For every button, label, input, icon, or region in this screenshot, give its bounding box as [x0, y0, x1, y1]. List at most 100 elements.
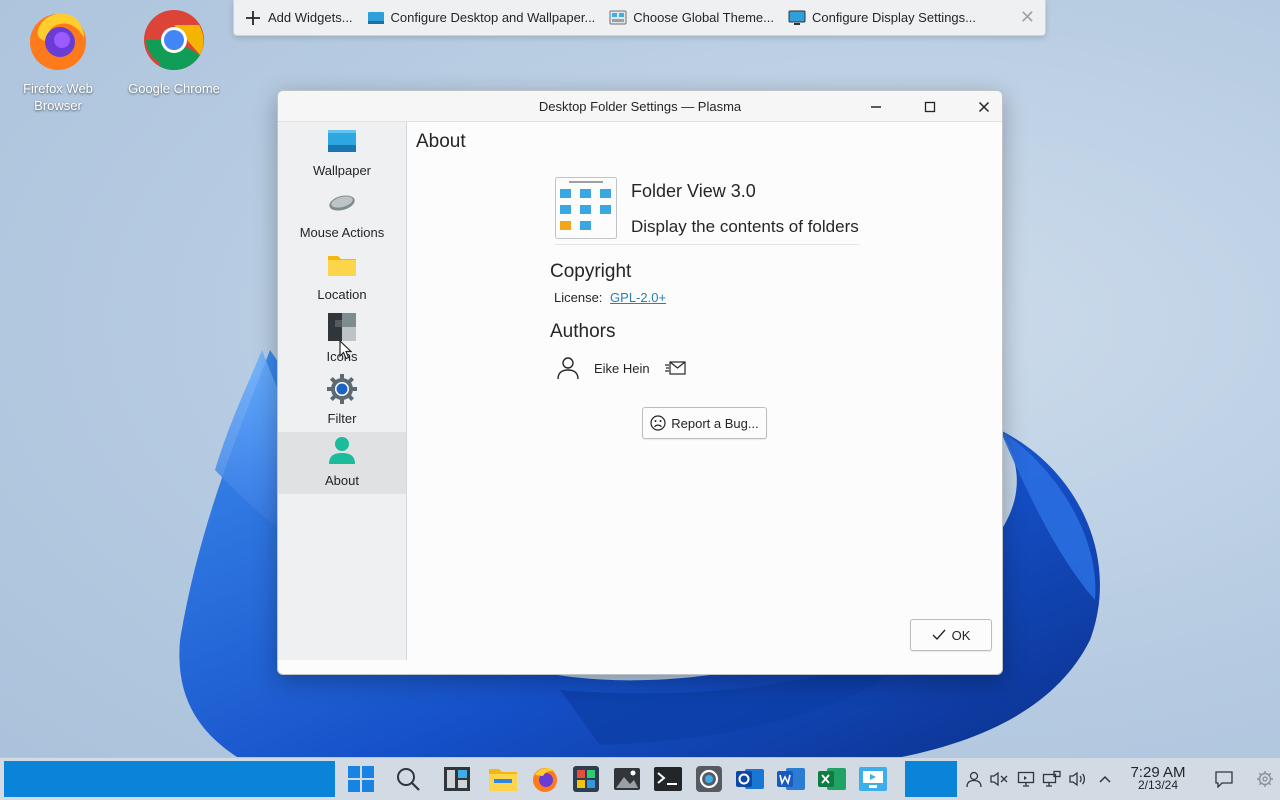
- windows-start-icon: [348, 766, 374, 792]
- checkmark-icon: [932, 629, 946, 641]
- sad-face-icon: [650, 415, 666, 431]
- sidebar-item-location[interactable]: Location: [278, 246, 406, 308]
- settings-sidebar: Wallpaper Mouse Actions Location Icons F…: [278, 122, 407, 660]
- sidebar-item-label: Mouse Actions: [299, 225, 385, 240]
- volume-tray-button[interactable]: [1068, 769, 1088, 789]
- task-view-button[interactable]: [442, 764, 472, 794]
- about-person-icon: [329, 437, 355, 464]
- minimize-button[interactable]: [865, 96, 887, 118]
- notifications-tray-button[interactable]: [1214, 769, 1234, 789]
- minimize-icon: [871, 106, 881, 108]
- dialog-titlebar[interactable]: Desktop Folder Settings — Plasma: [278, 91, 1002, 122]
- sidebar-item-label: Location: [317, 287, 367, 302]
- start-menu-button[interactable]: [346, 764, 376, 794]
- filter-gear-icon: [327, 374, 357, 404]
- taskbar-clock[interactable]: 7:29 AM 2/13/24: [1120, 765, 1196, 792]
- app-name: Folder View 3.0: [631, 181, 756, 201]
- volume-icon: [1069, 771, 1086, 787]
- taskbar-blank-area[interactable]: [4, 761, 335, 797]
- app-description: Display the contents of folders: [631, 217, 859, 236]
- license-link[interactable]: GPL-2.0+: [610, 290, 666, 305]
- chevron-up-icon: [1099, 775, 1111, 783]
- close-icon: [978, 101, 990, 113]
- remote-desktop-icon: [859, 767, 887, 791]
- sidebar-item-about[interactable]: About: [278, 432, 406, 494]
- firefox-icon: [533, 768, 557, 792]
- close-toolbar-icon[interactable]: ✕: [1020, 7, 1035, 28]
- firefox-taskbar-button[interactable]: [530, 764, 560, 794]
- display-icon: [788, 10, 806, 25]
- word-icon: [777, 768, 805, 790]
- mouse-cursor-icon: [339, 340, 353, 360]
- wallpaper-icon: [328, 130, 356, 152]
- add-widgets-button[interactable]: Add Widgets...: [244, 9, 353, 27]
- mouse-icon: [329, 195, 355, 211]
- sidebar-item-label: Filter: [327, 411, 357, 426]
- dialog-title: Desktop Folder Settings — Plasma: [538, 98, 742, 114]
- page-title: About: [416, 131, 466, 152]
- configure-desktop-label: Configure Desktop and Wallpaper...: [390, 10, 596, 25]
- terminal-icon: [654, 767, 682, 791]
- user-tray-button[interactable]: [964, 769, 984, 789]
- maximize-icon: [924, 101, 936, 113]
- about-page: About Folder View 3.0 Display the conten…: [408, 122, 1002, 674]
- wallpaper-icon: [367, 11, 384, 24]
- excel-button[interactable]: [817, 764, 847, 794]
- sidebar-item-label: About: [325, 473, 359, 488]
- outlook-button[interactable]: [735, 764, 765, 794]
- sidebar-item-icons[interactable]: Icons: [278, 308, 406, 370]
- sidebar-item-wallpaper[interactable]: Wallpaper: [278, 122, 406, 184]
- user-icon: [966, 771, 982, 788]
- tray-expand-button[interactable]: [1095, 769, 1115, 789]
- display-settings-button[interactable]: Configure Display Settings...: [788, 9, 976, 27]
- file-manager-button[interactable]: [488, 764, 518, 794]
- desktop-icon-chrome[interactable]: Google Chrome: [122, 8, 226, 97]
- gear-icon: [1257, 771, 1273, 787]
- circle-app-icon: [696, 766, 722, 792]
- word-button[interactable]: [776, 764, 806, 794]
- maximize-button[interactable]: [919, 96, 941, 118]
- search-button[interactable]: [393, 764, 423, 794]
- firefox-icon: [30, 13, 86, 70]
- send-email-icon[interactable]: [664, 359, 686, 377]
- search-icon: [397, 768, 420, 791]
- author-row: Eike Hein: [556, 356, 686, 380]
- sidebar-item-mouse-actions[interactable]: Mouse Actions: [278, 184, 406, 246]
- terminal-button[interactable]: [653, 764, 683, 794]
- authors-heading: Authors: [550, 321, 616, 342]
- task-view-icon: [444, 767, 470, 791]
- add-widgets-label: Add Widgets...: [268, 10, 353, 25]
- ok-button[interactable]: OK: [910, 619, 992, 651]
- about-header: Folder View 3.0 Display the contents of …: [555, 177, 860, 245]
- global-theme-button[interactable]: Choose Global Theme...: [609, 9, 774, 27]
- speaker-muted-icon: [990, 771, 1008, 787]
- excel-icon: [818, 768, 846, 790]
- display-icon: [1017, 771, 1035, 787]
- sidebar-item-label: Wallpaper: [312, 163, 372, 178]
- desktop-folder-settings-dialog: Desktop Folder Settings — Plasma Wallpap…: [277, 90, 1003, 675]
- report-bug-button[interactable]: Report a Bug...: [642, 407, 767, 439]
- sidebar-item-filter[interactable]: Filter: [278, 370, 406, 432]
- configure-desktop-button[interactable]: Configure Desktop and Wallpaper...: [367, 9, 596, 27]
- copyright-heading: Copyright: [550, 261, 632, 282]
- apps-grid-icon: [573, 766, 599, 792]
- folder-view-icon: [555, 177, 617, 239]
- theme-icon: [609, 10, 627, 24]
- report-bug-label: Report a Bug...: [671, 415, 759, 431]
- app-launcher-button[interactable]: [571, 764, 601, 794]
- remote-desktop-button[interactable]: [858, 764, 888, 794]
- audio-muted-tray-button[interactable]: [989, 769, 1009, 789]
- image-viewer-button[interactable]: [612, 764, 642, 794]
- close-button[interactable]: [973, 96, 995, 118]
- person-icon: [557, 357, 579, 380]
- network-icon: [1042, 770, 1061, 787]
- outlook-icon: [736, 769, 764, 789]
- desktop-icon-firefox[interactable]: Firefox Web Browser: [6, 8, 110, 114]
- taskbar-active-area[interactable]: [905, 761, 957, 797]
- display-tray-button[interactable]: [1016, 769, 1036, 789]
- panel-settings-button[interactable]: [1255, 769, 1275, 789]
- network-tray-button[interactable]: [1042, 769, 1062, 789]
- taskbar: 7:29 AM 2/13/24: [0, 757, 1280, 800]
- icons-icon: [328, 313, 356, 341]
- settings-taskbar-button[interactable]: [694, 764, 724, 794]
